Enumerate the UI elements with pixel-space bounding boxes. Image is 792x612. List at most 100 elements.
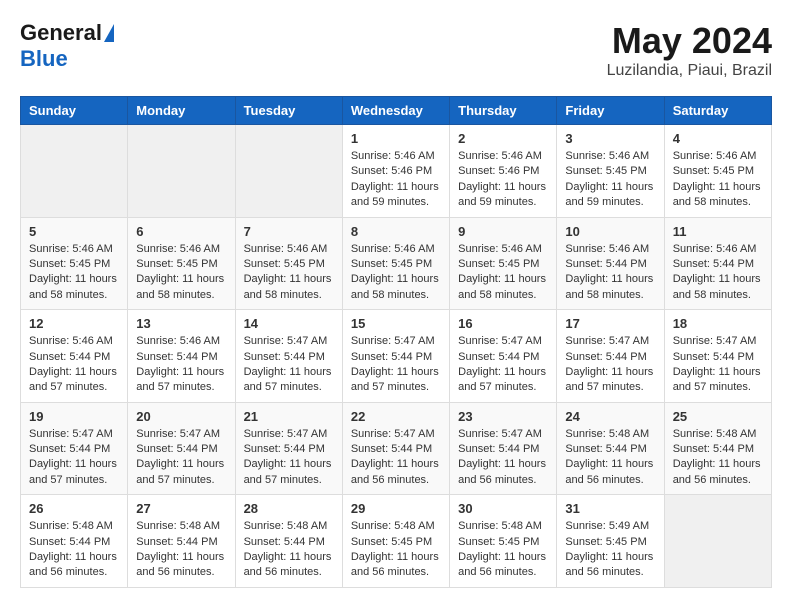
- week-row-3: 12 Sunrise: 5:46 AM Sunset: 5:44 PM Dayli…: [21, 310, 772, 403]
- calendar-cell: 24 Sunrise: 5:48 AM Sunset: 5:44 PM Dayli…: [557, 402, 664, 495]
- day-header-tuesday: Tuesday: [235, 97, 342, 125]
- calendar-cell: 5Sunrise: 5:46 AM Sunset: 5:45 PM Daylig…: [21, 217, 128, 310]
- week-row-5: 26 Sunrise: 5:48 AM Sunset: 5:44 PM Dayli…: [21, 495, 772, 588]
- title-block: May 2024 Luzilandia, Piaui, Brazil: [607, 20, 772, 80]
- day-content: Sunrise: 5:46 AM Sunset: 5:46 PM Dayligh…: [458, 149, 548, 211]
- day-number: 7: [244, 224, 334, 239]
- day-content: Sunrise: 5:49 AM Sunset: 5:45 PM Dayligh…: [565, 519, 655, 581]
- page-header: General Blue May 2024 Luzilandia, Piaui,…: [20, 20, 772, 80]
- calendar-cell: 21Sunrise: 5:47 AM Sunset: 5:44 PM Dayli…: [235, 402, 342, 495]
- day-content: Sunrise: 5:46 AM Sunset: 5:45 PM Dayligh…: [458, 242, 548, 304]
- calendar-cell: 8Sunrise: 5:46 AM Sunset: 5:45 PM Daylig…: [342, 217, 449, 310]
- day-content: Sunrise: 5:48 AM Sunset: 5:44 PM Dayligh…: [673, 427, 763, 489]
- calendar-cell: 17 Sunrise: 5:47 AM Sunset: 5:44 PM Dayli…: [557, 310, 664, 403]
- calendar-cell: [128, 125, 235, 218]
- calendar-cell: 6 Sunrise: 5:46 AM Sunset: 5:45 PM Daylig…: [128, 217, 235, 310]
- calendar-cell: 4Sunrise: 5:46 AM Sunset: 5:45 PM Daylig…: [664, 125, 771, 218]
- calendar-cell: 23 Sunrise: 5:47 AM Sunset: 5:44 PM Dayli…: [450, 402, 557, 495]
- day-header-thursday: Thursday: [450, 97, 557, 125]
- day-number: 31: [565, 501, 655, 516]
- day-content: Sunrise: 5:47 AM Sunset: 5:44 PM Dayligh…: [458, 427, 548, 489]
- day-number: 28: [244, 501, 334, 516]
- day-content: Sunrise: 5:46 AM Sunset: 5:45 PM Dayligh…: [136, 242, 226, 304]
- day-number: 25: [673, 409, 763, 424]
- day-number: 22: [351, 409, 441, 424]
- day-content: Sunrise: 5:47 AM Sunset: 5:44 PM Dayligh…: [244, 334, 334, 396]
- calendar-cell: [235, 125, 342, 218]
- day-content: Sunrise: 5:47 AM Sunset: 5:44 PM Dayligh…: [565, 334, 655, 396]
- day-number: 16: [458, 316, 548, 331]
- day-number: 26: [29, 501, 119, 516]
- calendar-table: SundayMondayTuesdayWednesdayThursdayFrid…: [20, 96, 772, 588]
- calendar-cell: 18Sunrise: 5:47 AM Sunset: 5:44 PM Dayli…: [664, 310, 771, 403]
- calendar-cell: 30 Sunrise: 5:48 AM Sunset: 5:45 PM Dayli…: [450, 495, 557, 588]
- day-number: 8: [351, 224, 441, 239]
- calendar-cell: 12 Sunrise: 5:46 AM Sunset: 5:44 PM Dayli…: [21, 310, 128, 403]
- day-content: Sunrise: 5:47 AM Sunset: 5:44 PM Dayligh…: [29, 427, 119, 489]
- day-content: Sunrise: 5:47 AM Sunset: 5:44 PM Dayligh…: [136, 427, 226, 489]
- day-content: Sunrise: 5:48 AM Sunset: 5:44 PM Dayligh…: [565, 427, 655, 489]
- calendar-cell: 20 Sunrise: 5:47 AM Sunset: 5:44 PM Dayli…: [128, 402, 235, 495]
- logo-general-text: General: [20, 20, 102, 46]
- day-header-saturday: Saturday: [664, 97, 771, 125]
- day-content: Sunrise: 5:46 AM Sunset: 5:46 PM Dayligh…: [351, 149, 441, 211]
- calendar-cell: 10 Sunrise: 5:46 AM Sunset: 5:44 PM Dayli…: [557, 217, 664, 310]
- day-number: 13: [136, 316, 226, 331]
- week-row-4: 19Sunrise: 5:47 AM Sunset: 5:44 PM Dayli…: [21, 402, 772, 495]
- day-content: Sunrise: 5:46 AM Sunset: 5:45 PM Dayligh…: [244, 242, 334, 304]
- day-number: 20: [136, 409, 226, 424]
- calendar-cell: [664, 495, 771, 588]
- day-number: 4: [673, 131, 763, 146]
- day-number: 27: [136, 501, 226, 516]
- day-number: 5: [29, 224, 119, 239]
- day-content: Sunrise: 5:48 AM Sunset: 5:45 PM Dayligh…: [458, 519, 548, 581]
- day-number: 11: [673, 224, 763, 239]
- day-number: 23: [458, 409, 548, 424]
- calendar-cell: 9 Sunrise: 5:46 AM Sunset: 5:45 PM Daylig…: [450, 217, 557, 310]
- day-content: Sunrise: 5:48 AM Sunset: 5:44 PM Dayligh…: [136, 519, 226, 581]
- day-header-sunday: Sunday: [21, 97, 128, 125]
- day-header-wednesday: Wednesday: [342, 97, 449, 125]
- day-number: 10: [565, 224, 655, 239]
- day-number: 3: [565, 131, 655, 146]
- day-content: Sunrise: 5:46 AM Sunset: 5:44 PM Dayligh…: [565, 242, 655, 304]
- logo-blue-text: Blue: [20, 46, 68, 72]
- day-content: Sunrise: 5:46 AM Sunset: 5:44 PM Dayligh…: [136, 334, 226, 396]
- calendar-cell: 2 Sunrise: 5:46 AM Sunset: 5:46 PM Daylig…: [450, 125, 557, 218]
- day-content: Sunrise: 5:46 AM Sunset: 5:44 PM Dayligh…: [673, 242, 763, 304]
- day-number: 6: [136, 224, 226, 239]
- day-content: Sunrise: 5:46 AM Sunset: 5:44 PM Dayligh…: [29, 334, 119, 396]
- week-row-1: 1Sunrise: 5:46 AM Sunset: 5:46 PM Daylig…: [21, 125, 772, 218]
- day-content: Sunrise: 5:48 AM Sunset: 5:45 PM Dayligh…: [351, 519, 441, 581]
- calendar-cell: 28Sunrise: 5:48 AM Sunset: 5:44 PM Dayli…: [235, 495, 342, 588]
- day-content: Sunrise: 5:46 AM Sunset: 5:45 PM Dayligh…: [565, 149, 655, 211]
- calendar-cell: 14 Sunrise: 5:47 AM Sunset: 5:44 PM Dayli…: [235, 310, 342, 403]
- day-number: 12: [29, 316, 119, 331]
- calendar-cell: 13 Sunrise: 5:46 AM Sunset: 5:44 PM Dayli…: [128, 310, 235, 403]
- day-number: 9: [458, 224, 548, 239]
- day-number: 14: [244, 316, 334, 331]
- day-content: Sunrise: 5:47 AM Sunset: 5:44 PM Dayligh…: [244, 427, 334, 489]
- calendar-cell: 7 Sunrise: 5:46 AM Sunset: 5:45 PM Daylig…: [235, 217, 342, 310]
- day-number: 17: [565, 316, 655, 331]
- calendar-cell: 1Sunrise: 5:46 AM Sunset: 5:46 PM Daylig…: [342, 125, 449, 218]
- days-of-week-row: SundayMondayTuesdayWednesdayThursdayFrid…: [21, 97, 772, 125]
- month-year-title: May 2024: [607, 20, 772, 62]
- calendar-cell: 26Sunrise: 5:48 AM Sunset: 5:44 PM Dayli…: [21, 495, 128, 588]
- calendar-cell: 16 Sunrise: 5:47 AM Sunset: 5:44 PM Dayli…: [450, 310, 557, 403]
- day-number: 18: [673, 316, 763, 331]
- calendar-cell: 25 Sunrise: 5:48 AM Sunset: 5:44 PM Dayli…: [664, 402, 771, 495]
- calendar-cell: 29Sunrise: 5:48 AM Sunset: 5:45 PM Dayli…: [342, 495, 449, 588]
- day-number: 30: [458, 501, 548, 516]
- week-row-2: 5 Sunrise: 5:46 AM Sunset: 5:45 PM Daylig…: [21, 217, 772, 310]
- calendar-cell: 22 Sunrise: 5:47 AM Sunset: 5:44 PM Dayli…: [342, 402, 449, 495]
- day-number: 15: [351, 316, 441, 331]
- calendar-cell: 19Sunrise: 5:47 AM Sunset: 5:44 PM Dayli…: [21, 402, 128, 495]
- logo-triangle-icon: [104, 24, 114, 42]
- day-number: 2: [458, 131, 548, 146]
- calendar-cell: 11 Sunrise: 5:46 AM Sunset: 5:44 PM Dayli…: [664, 217, 771, 310]
- day-content: Sunrise: 5:47 AM Sunset: 5:44 PM Dayligh…: [351, 427, 441, 489]
- day-number: 24: [565, 409, 655, 424]
- day-content: Sunrise: 5:47 AM Sunset: 5:44 PM Dayligh…: [458, 334, 548, 396]
- calendar-cell: 27 Sunrise: 5:48 AM Sunset: 5:44 PM Dayli…: [128, 495, 235, 588]
